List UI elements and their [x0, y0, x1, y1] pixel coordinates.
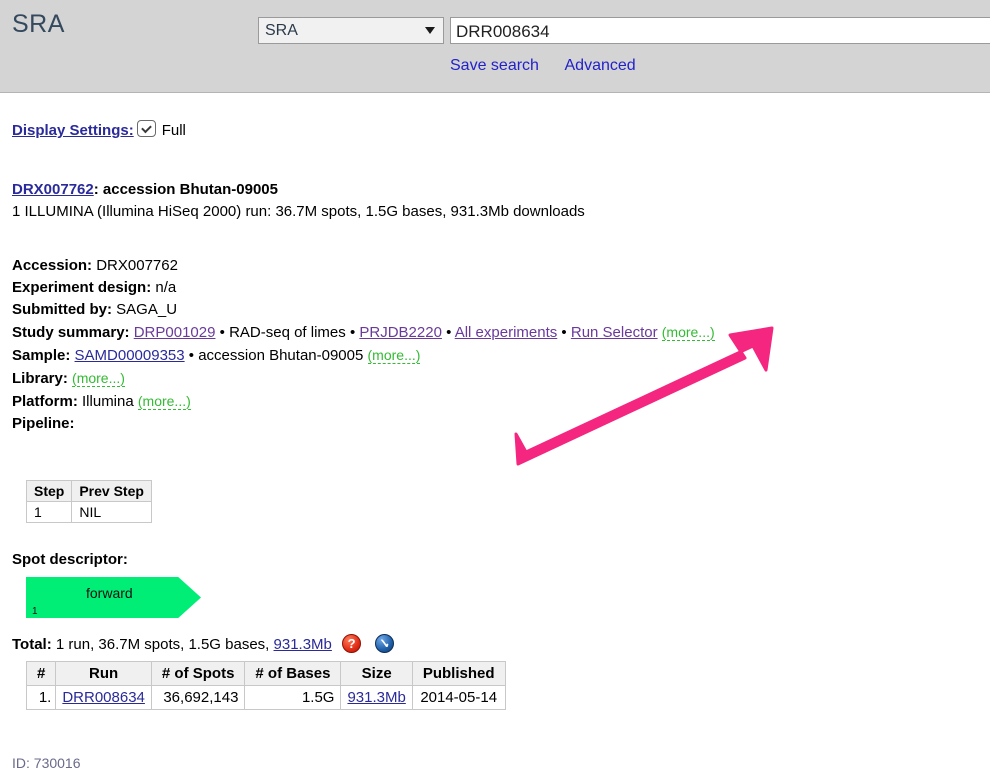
experiment-title-suffix: : accession Bhutan-09005: [93, 181, 278, 198]
display-settings: Display Settings: Full: [12, 120, 186, 139]
meta-row-submitter: Submitted by: SAGA_U: [12, 299, 715, 321]
accession-value: DRX007762: [96, 257, 178, 274]
run-accession-link[interactable]: DRR008634: [62, 689, 145, 706]
pipeline-cell-step: 1: [25, 501, 73, 523]
study-title: RAD-seq of limes: [229, 324, 346, 341]
meta-row-pipeline: Pipeline:: [12, 413, 715, 435]
meta-row-library: Library: (more...): [12, 367, 715, 390]
meta-row-accession: Accession: DRX007762: [12, 255, 715, 277]
sra-logo: SRA: [12, 10, 65, 38]
help-question-icon[interactable]: [342, 634, 362, 653]
accession-label: Accession:: [12, 257, 93, 274]
bullet-separator: •: [188, 347, 195, 364]
database-select[interactable]: SRA: [258, 17, 444, 44]
experiment-subtitle: 1 ILLUMINA (Illumina HiSeq 2000) run: 36…: [12, 203, 585, 220]
meta-row-design: Experiment design: n/a: [12, 277, 715, 299]
sample-title: accession Bhutan-09005: [198, 347, 364, 364]
database-select-value: SRA: [265, 22, 298, 39]
experiment-accession-link[interactable]: DRX007762: [12, 181, 94, 198]
experiment-metadata: Accession: DRX007762 Experiment design: …: [12, 255, 715, 435]
run-bases: 1.5G: [244, 685, 342, 710]
meta-row-platform: Platform: Illumina (more...): [12, 390, 715, 413]
table-header-row: Step Prev Step: [25, 480, 152, 502]
total-size-link[interactable]: 931.3Mb: [274, 636, 332, 653]
bullet-separator: •: [349, 324, 356, 341]
chevron-down-box-icon[interactable]: [136, 120, 156, 137]
runs-col-bases: # of Bases: [244, 661, 342, 686]
runs-total-line: Total: 1 run, 36.7M spots, 1.5G bases, 9…: [12, 634, 395, 653]
display-settings-link[interactable]: Display Settings:: [12, 122, 134, 139]
study-summary-label: Study summary:: [12, 324, 130, 341]
bullet-separator: •: [561, 324, 567, 341]
submitted-by-value: SAGA_U: [116, 301, 178, 318]
read-index: 1: [32, 606, 38, 617]
total-summary: 1 run, 36.7M spots, 1.5G bases,: [55, 636, 270, 653]
sra-analysis-icon[interactable]: [375, 634, 395, 653]
study-more-link[interactable]: (more...): [661, 324, 715, 341]
pipeline-label: Pipeline:: [12, 415, 75, 432]
total-label: Total:: [12, 636, 52, 653]
spot-descriptor-label: Spot descriptor:: [12, 551, 128, 568]
run-accession-cell: DRR008634: [55, 685, 152, 710]
run-size-cell: 931.3Mb: [340, 685, 413, 710]
sample-accession-link[interactable]: SAMD00009353: [75, 347, 185, 364]
search-helper-links: Save search Advanced: [450, 57, 658, 75]
library-label: Library:: [12, 370, 68, 387]
pipeline-col-step: Step: [25, 480, 73, 502]
display-mode-label: Full: [161, 122, 186, 139]
search-input[interactable]: DRR008634: [450, 17, 990, 44]
bullet-separator: •: [446, 324, 452, 341]
run-index: 1.: [25, 685, 57, 710]
runs-table: # Run # of Spots # of Bases Size Publish…: [25, 661, 506, 710]
platform-more-link[interactable]: (more...): [137, 393, 191, 410]
meta-row-sample: Sample: SAMD00009353 • accession Bhutan-…: [12, 344, 715, 367]
runs-col-run: Run: [55, 661, 152, 686]
bullet-separator: •: [219, 324, 225, 341]
library-more-link[interactable]: (more...): [72, 370, 125, 387]
table-header-row: # Run # of Spots # of Bases Size Publish…: [25, 661, 506, 686]
advanced-search-link[interactable]: Advanced: [565, 57, 636, 74]
sample-more-link[interactable]: (more...): [367, 347, 421, 364]
run-size-link[interactable]: 931.3Mb: [347, 689, 405, 706]
chevron-down-icon: [425, 27, 435, 34]
table-row: 1. DRR008634 36,692,143 1.5G 931.3Mb 201…: [25, 685, 506, 710]
run-selector-link[interactable]: Run Selector: [571, 324, 658, 341]
record-id-label: ID: 730016: [12, 755, 81, 771]
pipeline-cell-prev-step: NIL: [71, 501, 152, 523]
runs-col-spots: # of Spots: [150, 661, 246, 686]
run-spots: 36,692,143: [150, 685, 246, 710]
spot-descriptor-read-arrow: forward 1: [26, 577, 201, 618]
runs-col-size: Size: [340, 661, 413, 686]
runs-col-published: Published: [411, 661, 506, 686]
site-header: SRA SRA DRR008634 Save search Advanced: [0, 0, 990, 93]
experiment-design-value: n/a: [155, 279, 177, 296]
experiment-design-label: Experiment design:: [12, 279, 152, 296]
experiment-title: DRX007762: accession Bhutan-09005: [12, 181, 278, 198]
pipeline-col-prev-step: Prev Step: [71, 480, 152, 502]
platform-value: Illumina: [82, 393, 134, 410]
platform-label: Platform:: [12, 393, 78, 410]
sample-label: Sample:: [12, 347, 71, 364]
read-label: forward: [86, 585, 133, 601]
study-accession-link[interactable]: DRP001029: [134, 324, 216, 341]
run-published: 2014-05-14: [411, 685, 506, 710]
runs-col-index: #: [25, 661, 57, 686]
save-search-link[interactable]: Save search: [450, 57, 539, 74]
all-experiments-link[interactable]: All experiments: [455, 324, 558, 341]
table-row: 1 NIL: [25, 501, 152, 523]
bioproject-link[interactable]: PRJDB2220: [359, 324, 442, 341]
pipeline-table: Step Prev Step 1 NIL: [25, 480, 152, 523]
submitted-by-label: Submitted by:: [12, 301, 112, 318]
meta-row-study: Study summary: DRP001029 • RAD-seq of li…: [12, 321, 715, 344]
